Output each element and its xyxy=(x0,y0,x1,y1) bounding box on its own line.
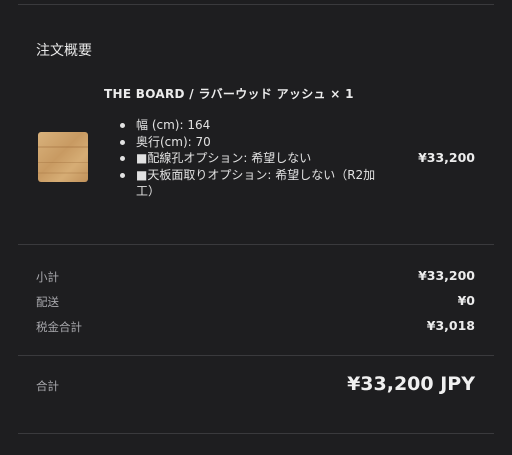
option-item: ■天板面取りオプション: 希望しない（R2加工） xyxy=(118,167,378,200)
total-label: 合計 xyxy=(36,379,59,393)
items-divider xyxy=(18,244,494,245)
tax-label: 税金合計 xyxy=(36,320,82,334)
option-item: ■配線孔オプション: 希望しない xyxy=(118,150,378,167)
product-name: THE BOARD / ラバーウッド アッシュ × 1 xyxy=(104,87,354,101)
product-options-list: 幅 (cm): 164 奥行(cm): 70 ■配線孔オプション: 希望しない … xyxy=(118,117,378,200)
bullet-icon xyxy=(120,139,125,145)
shipping-value: ¥0 xyxy=(457,293,475,308)
totals-divider xyxy=(18,355,494,356)
product-thumbnail xyxy=(38,132,88,182)
tax-value: ¥3,018 xyxy=(426,318,475,333)
bullet-icon xyxy=(120,172,125,178)
bullet-icon xyxy=(120,156,125,161)
bullet-icon xyxy=(120,123,125,128)
line-item-price: ¥33,200 xyxy=(418,150,475,165)
subtotal-label: 小計 xyxy=(36,270,59,284)
option-item: 奥行(cm): 70 xyxy=(118,134,378,151)
total-value: ¥33,200 JPY xyxy=(347,373,475,395)
order-summary-title: 注文概要 xyxy=(36,43,92,59)
subtotal-value: ¥33,200 xyxy=(418,268,475,283)
bottom-divider xyxy=(18,433,494,434)
top-divider xyxy=(18,4,494,5)
shipping-label: 配送 xyxy=(36,295,59,309)
option-item: 幅 (cm): 164 xyxy=(118,117,378,134)
